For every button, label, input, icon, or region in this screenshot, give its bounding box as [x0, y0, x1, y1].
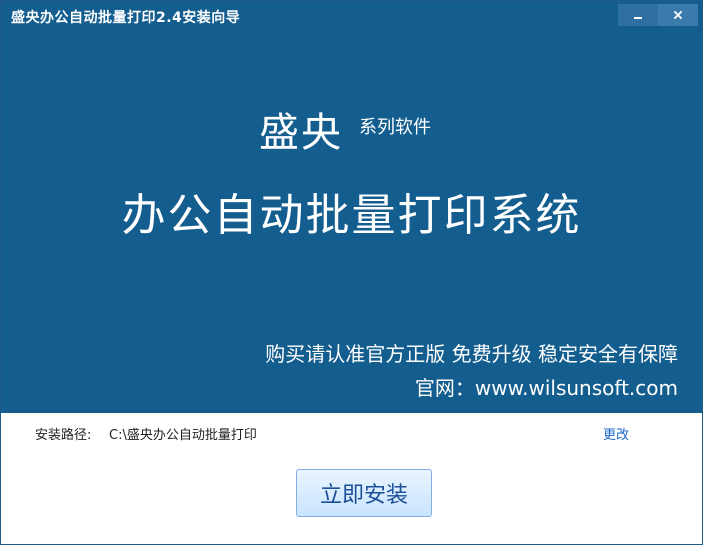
install-now-button[interactable]: 立即安装 [296, 469, 432, 517]
installer-window: 盛央办公自动批量打印2.4安装向导 盛央 系列软件 办公自动批量打印系统 购买请… [0, 0, 703, 545]
install-panel: 安装路径: C:\盛央办公自动批量打印 更改 立即安装 [1, 413, 702, 544]
change-path-link[interactable]: 更改 [603, 424, 629, 443]
series-label: 系列软件 [359, 117, 431, 138]
close-button[interactable] [658, 4, 698, 26]
product-name: 办公自动批量打印系统 [121, 190, 582, 241]
minimize-icon [632, 9, 644, 21]
minimize-button[interactable] [618, 4, 658, 26]
window-title: 盛央办公自动批量打印2.4安装向导 [11, 10, 241, 26]
brand-name: 盛央 [259, 110, 343, 156]
install-path-value: C:\盛央办公自动批量打印 [109, 428, 257, 443]
slogan-text: 购买请认准官方正版 免费升级 稳定安全有保障 [265, 342, 678, 366]
close-icon [672, 9, 684, 21]
install-path-label: 安装路径: [35, 428, 92, 443]
banner-area: 盛央办公自动批量打印2.4安装向导 盛央 系列软件 办公自动批量打印系统 购买请… [1, 1, 702, 413]
website-text: 官网：www.wilsunsoft.com [414, 376, 678, 400]
